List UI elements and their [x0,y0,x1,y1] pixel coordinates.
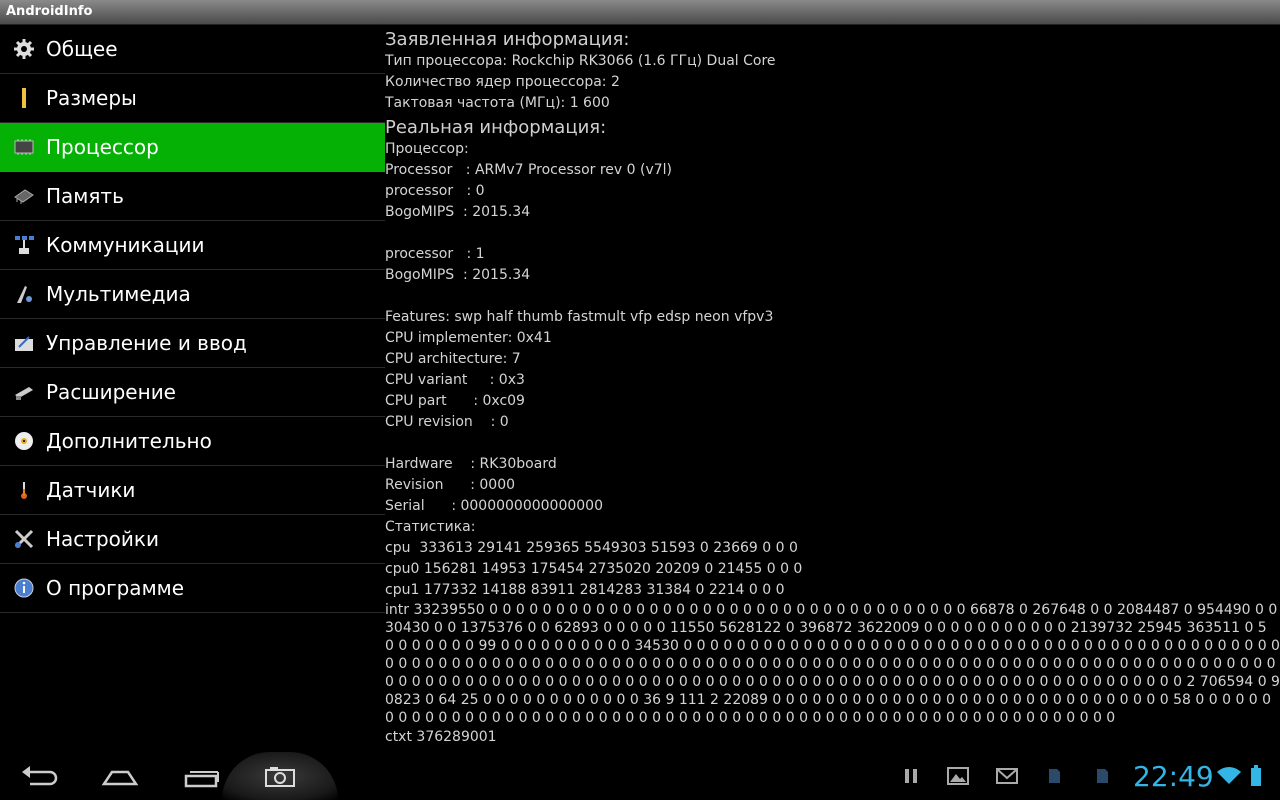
multimedia-icon [13,283,35,305]
gallery-notification[interactable] [945,752,971,800]
camera-icon [265,767,295,787]
sidebar-item-label: Общее [46,37,118,61]
sd-card-notification[interactable] [1044,752,1064,800]
info-line: CPU part : 0xc09 [385,393,525,409]
sidebar-item-multimedia[interactable]: Мультимедиа [0,270,385,319]
recent-apps-icon [184,771,219,788]
sidebar-item-label: Настройки [46,527,159,551]
image-icon [947,767,969,785]
disc-icon [13,430,35,452]
sidebar-item-label: Расширение [46,380,176,404]
info-line [385,223,1280,244]
sidebar: Общее Размеры Процессор Память Коммуника… [0,25,385,613]
back-icon [22,766,58,786]
input-icon [13,332,35,354]
info-line: processor : 0 [385,183,485,199]
expansion-icon [13,381,35,403]
context-switch-stats: ctxt 376289001 [385,729,497,745]
sidebar-item-label: Процессор [46,135,159,159]
network-icon [13,234,35,256]
recent-apps-button[interactable] [178,752,224,800]
home-icon [101,770,139,786]
info-line: CPU architecture: 7 [385,351,521,367]
sidebar-item-input[interactable]: Управление и ввод [0,319,385,368]
mail-notification[interactable] [994,752,1020,800]
interrupt-stats: intr 33239550 0 0 0 0 0 0 0 0 0 0 0 0 0 … [385,602,1280,726]
info-line: cpu0 156281 14953 175454 2735020 20209 0… [385,561,803,577]
sidebar-item-communications[interactable]: Коммуникации [0,221,385,270]
info-line: Тип процессора: Rockchip RK3066 (1.6 ГГц… [385,53,776,69]
sidebar-item-label: Датчики [46,478,136,502]
info-line: Hardware : RK30board [385,456,557,472]
info-line: CPU variant : 0x3 [385,372,525,388]
info-line: Processor : ARMv7 Processor rev 0 (v7l) [385,162,673,178]
sidebar-item-label: О программе [46,576,185,600]
sidebar-item-settings[interactable]: Настройки [0,515,385,564]
sidebar-item-about[interactable]: О программе [0,564,385,613]
info-line: Процессор: [385,141,469,157]
declared-info-heading: Заявленная информация: [385,29,630,50]
wifi-status [1214,752,1244,800]
info-line: Features: swp half thumb fastmult vfp ed… [385,309,774,325]
ruler-icon [13,87,35,109]
info-line: cpu1 177332 14188 83911 2814283 31384 0 … [385,582,785,598]
info-line: cpu 333613 29141 259365 5549303 51593 0 … [385,540,798,556]
info-line [385,433,1280,454]
info-line: CPU implementer: 0x41 [385,330,552,346]
wifi-icon [1217,767,1241,784]
mail-icon [996,768,1018,784]
info-icon [13,577,35,599]
battery-icon [1251,765,1261,786]
info-line: BogoMIPS : 2015.34 [385,204,531,220]
sd-card-icon [1097,769,1108,783]
app-title-bar: AndroidInfo [0,0,1280,25]
sidebar-item-memory[interactable]: Память [0,172,385,221]
sidebar-item-sizes[interactable]: Размеры [0,74,385,123]
info-line: Статистика: [385,519,476,535]
info-line: processor : 1 [385,246,485,262]
info-line: Revision : 0000 [385,477,516,493]
real-info-heading: Реальная информация: [385,117,607,138]
sidebar-item-label: Память [46,184,124,208]
battery-status [1246,752,1266,800]
chip-icon [13,136,35,158]
gear-icon [13,38,35,60]
sidebar-item-processor[interactable]: Процессор [0,123,385,172]
info-line: Serial : 0000000000000000 [385,498,603,514]
app-title: AndroidInfo [6,4,93,19]
sidebar-item-label: Мультимедиа [46,282,191,306]
sidebar-item-additional[interactable]: Дополнительно [0,417,385,466]
info-line: CPU revision : 0 [385,414,509,430]
sidebar-item-label: Размеры [46,86,137,110]
sd-card-notification-2[interactable] [1092,752,1112,800]
sidebar-item-label: Дополнительно [46,429,212,453]
sidebar-item-label: Управление и ввод [46,331,247,355]
info-line: Тактовая частота (МГц): 1 600 [385,95,610,111]
sidebar-item-sensors[interactable]: Датчики [0,466,385,515]
pause-icon [905,769,917,783]
memory-icon [13,185,35,207]
back-button[interactable] [14,752,66,800]
sidebar-item-expansion[interactable]: Расширение [0,368,385,417]
sidebar-item-general[interactable]: Общее [0,25,385,74]
info-line [385,286,1280,307]
pause-notification[interactable] [898,752,924,800]
info-line: Количество ядер процессора: 2 [385,74,620,90]
home-button[interactable] [96,752,144,800]
info-line: BogoMIPS : 2015.34 [385,267,531,283]
sd-card-icon [1049,769,1060,783]
status-clock[interactable]: 22:49 [1133,760,1214,793]
sidebar-item-label: Коммуникации [46,233,205,257]
tools-icon [13,528,35,550]
thermometer-icon [13,479,35,501]
processor-info-panel: Заявленная информация: Тип процессора: R… [385,29,1280,754]
